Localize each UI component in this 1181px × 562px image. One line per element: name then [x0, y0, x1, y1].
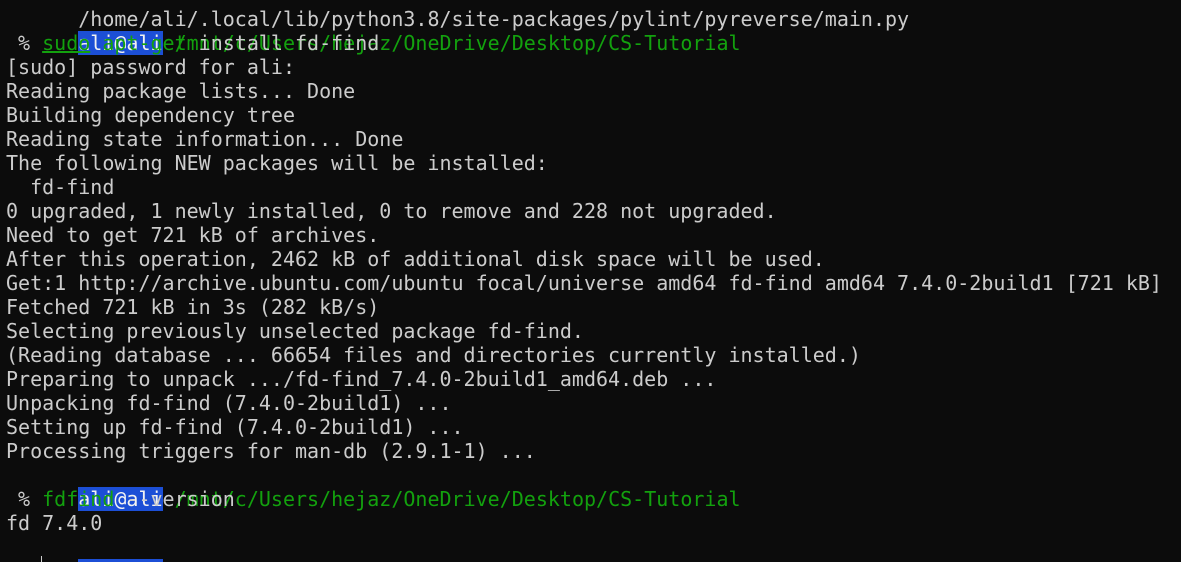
output-line: Get:1 http://archive.ubuntu.com/ubuntu f… [6, 271, 1162, 295]
output-line: Need to get 721 kB of archives. [6, 223, 380, 247]
output-line: Preparing to unpack .../fd-find_7.4.0-2b… [6, 367, 717, 391]
output-line: Unpacking fd-find (7.4.0-2build1) ... [6, 391, 452, 415]
partial-output-line: /home/ali/.local/lib/python3.8/site-pack… [78, 7, 910, 31]
prompt-symbol: % [6, 487, 43, 511]
output-line: Fetched 721 kB in 3s (282 kB/s) [6, 295, 380, 319]
output-line: Processing triggers for man-db (2.9.1-1)… [6, 439, 536, 463]
output-line: fd-find [6, 175, 115, 199]
command-args: --version [114, 487, 235, 511]
prompt-line: ali@ali /mnt/c/Users/hejaz/OneDrive/Desk… [6, 535, 1181, 562]
output-line: [sudo] password for ali: [6, 55, 295, 79]
output-line: fd 7.4.0 [6, 511, 103, 535]
output-line: Building dependency tree [6, 103, 295, 127]
output-line: Selecting previously unselected package … [6, 319, 584, 343]
terminal-window[interactable]: /home/ali/.local/lib/python3.8/site-pack… [0, 0, 1181, 562]
output-line: 0 upgraded, 1 newly installed, 0 to remo… [6, 199, 777, 223]
prompt-cwd: /mnt/c/Users/hejaz/OneDrive/Desktop/CS-T… [174, 487, 741, 511]
command-args: install fd-find [186, 31, 380, 55]
command-sudo: sudo [42, 31, 91, 55]
command-apt-get: apt-get [102, 31, 187, 55]
output-line: After this operation, 2462 kB of additio… [6, 247, 825, 271]
output-line: Reading state information... Done [6, 127, 404, 151]
output-line: (Reading database ... 66654 files and di… [6, 343, 861, 367]
prompt-symbol: % [6, 31, 43, 55]
command-fdfind: fdfind [42, 487, 115, 511]
prompt-line: ali@ali /mnt/c/Users/hejaz/OneDrive/Desk… [6, 463, 1181, 511]
output-line: Setting up fd-find (7.4.0-2build1) ... [6, 415, 464, 439]
text-cursor [41, 556, 42, 562]
output-line: Reading package lists... Done [6, 79, 356, 103]
terminal-output: /home/ali/.local/lib/python3.8/site-pack… [6, 0, 1181, 562]
output-line: The following NEW packages will be insta… [6, 151, 548, 175]
